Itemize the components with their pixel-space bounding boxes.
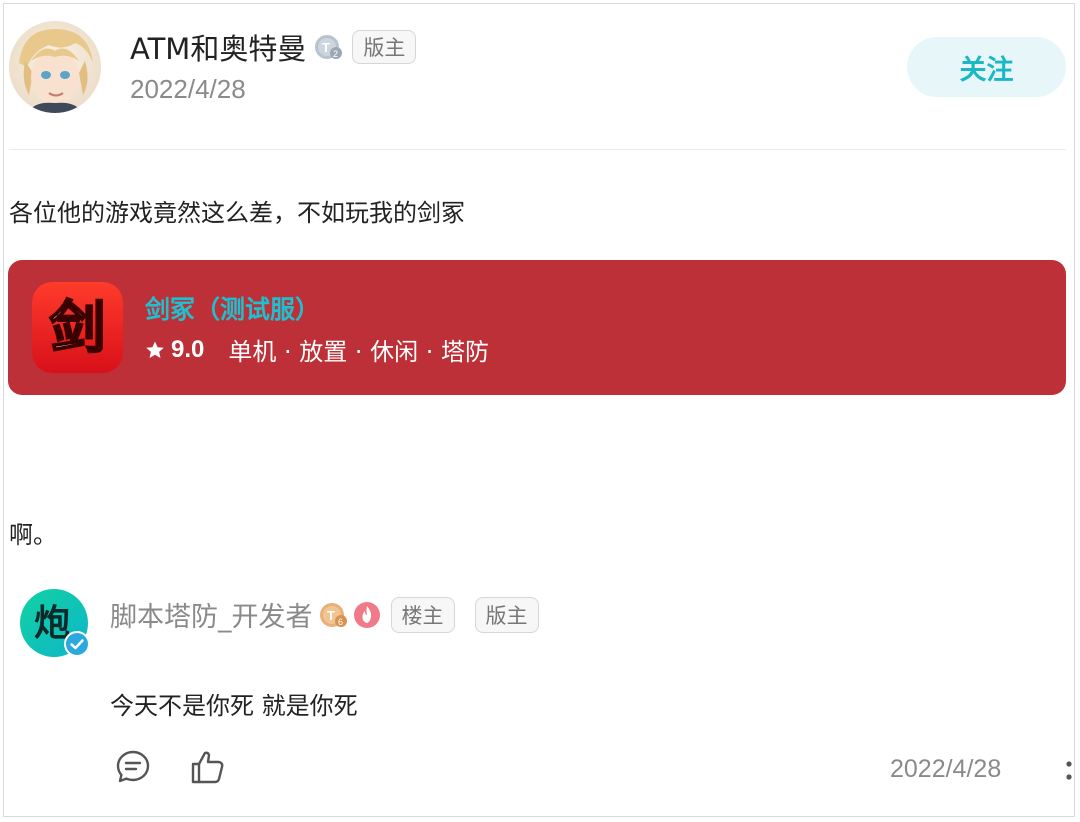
reply-author-name[interactable]: 脚本塔防_开发者 bbox=[110, 595, 313, 634]
level-badge-icon: T 2 bbox=[314, 33, 343, 61]
fire-badge-icon bbox=[353, 601, 380, 628]
svg-text:6: 6 bbox=[338, 617, 343, 627]
reply-text: 今天不是你死 就是你死 bbox=[110, 692, 358, 720]
moderator-tag: 版主 bbox=[352, 30, 417, 64]
moderator-tag: 版主 bbox=[474, 596, 539, 633]
game-tags: 单机 · 放置 · 休闲 · 塔防 bbox=[228, 338, 490, 366]
follow-button[interactable]: 关注 bbox=[907, 37, 1066, 97]
post-date: 2022/4/28 bbox=[130, 74, 246, 104]
svg-text:T: T bbox=[322, 40, 330, 55]
post-body-text: 各位他的游戏竟然这么差，不如玩我的剑冢 bbox=[9, 199, 465, 227]
author-name-row: ATM和奥特曼 T 2 版主 bbox=[130, 26, 417, 68]
op-tag: 楼主 bbox=[390, 596, 455, 633]
author-name[interactable]: ATM和奥特曼 bbox=[130, 26, 306, 68]
svg-text:2: 2 bbox=[333, 49, 338, 59]
star-icon bbox=[146, 341, 164, 358]
game-card[interactable]: 剑 剑冢（测试服） 9.0 单机 · 放置 · 休闲 · 塔防 bbox=[8, 260, 1066, 395]
author-avatar[interactable] bbox=[9, 21, 101, 113]
more-vertical-icon[interactable] bbox=[1064, 759, 1074, 785]
reply-author-avatar[interactable]: 炮 bbox=[20, 589, 90, 657]
game-app-icon: 剑 bbox=[32, 282, 123, 373]
thumbs-up-icon[interactable] bbox=[189, 748, 227, 786]
game-meta: 9.0 单机 · 放置 · 休闲 · 塔防 bbox=[145, 332, 489, 367]
svg-text:剑: 剑 bbox=[50, 296, 106, 361]
verified-check-icon bbox=[64, 631, 90, 657]
header-divider bbox=[9, 149, 1066, 150]
svg-text:T: T bbox=[327, 608, 335, 623]
post-body-text-continued: 啊。 bbox=[9, 521, 57, 549]
level-badge-icon: T 6 bbox=[319, 602, 347, 627]
game-rating: 9.0 bbox=[171, 335, 205, 363]
game-name[interactable]: 剑冢（测试服） bbox=[145, 290, 320, 326]
comment-icon[interactable] bbox=[114, 748, 152, 786]
reply-date: 2022/4/28 bbox=[890, 755, 1002, 783]
reply-author-row: 脚本塔防_开发者 T 6 楼主 版主 bbox=[110, 595, 539, 634]
